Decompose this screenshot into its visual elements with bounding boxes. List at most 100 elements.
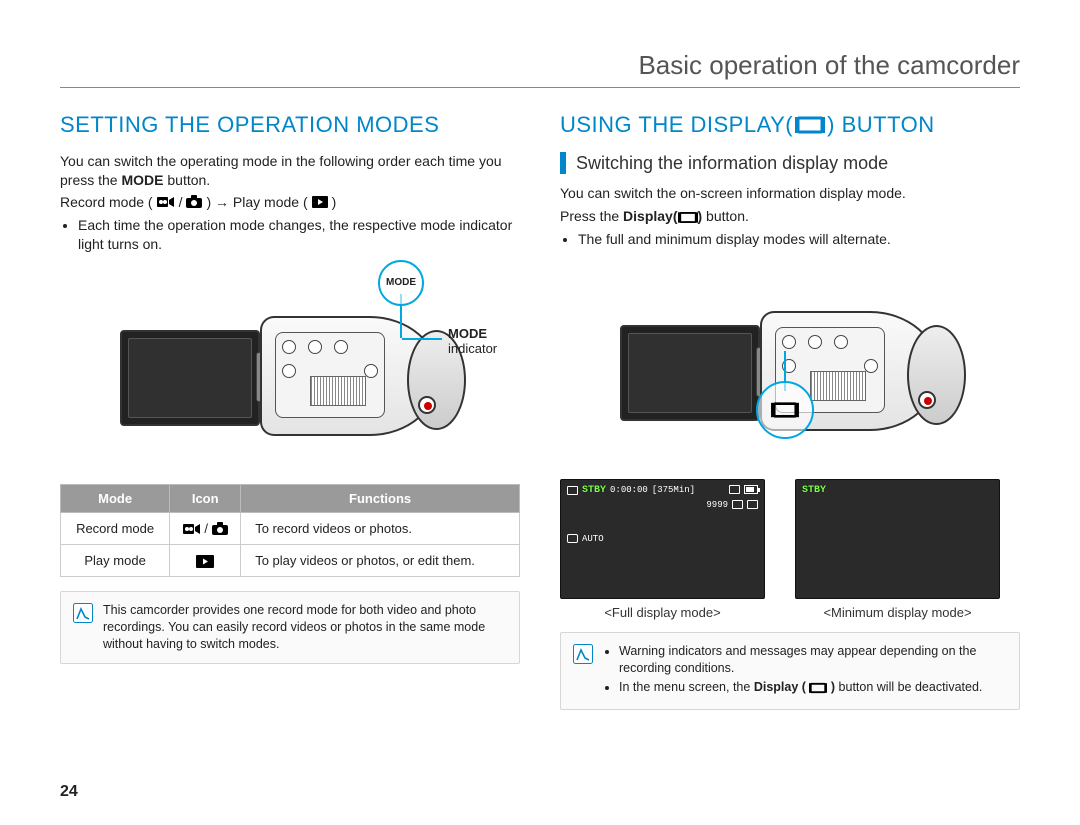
illus-rec-button — [918, 391, 936, 409]
cell-mode: Play mode — [61, 545, 170, 577]
play-rect-icon — [312, 196, 328, 208]
mode-button-label: MODE — [386, 277, 416, 288]
illus-lcd — [120, 330, 260, 426]
heading-text-pre: USING THE DISPLAY( — [560, 112, 793, 138]
mode-button-callout: MODE — [378, 260, 424, 306]
camera-icon — [186, 195, 202, 209]
th-icon: Icon — [170, 484, 241, 512]
left-column: SETTING THE OPERATION MODES You can swit… — [60, 112, 520, 710]
display-button-callout — [756, 381, 814, 439]
illus-small-button — [808, 335, 822, 349]
right-column: USING THE DISPLAY( ) BUTTON Switching th… — [560, 112, 1020, 710]
illus-speaker — [810, 371, 866, 401]
left-bullets: Each time the operation mode changes, th… — [60, 216, 520, 254]
note-box-right: Warning indicators and messages may appe… — [560, 632, 1020, 711]
chapter-title: Basic operation of the camcorder — [60, 50, 1020, 88]
illus-small-button — [364, 364, 378, 378]
remaining-time: [375Min] — [652, 485, 695, 495]
note-item-1: Warning indicators and messages may appe… — [619, 643, 1007, 677]
note2-pre: In the menu screen, the — [619, 680, 754, 694]
illus-small-button — [282, 364, 296, 378]
p2-pre: Press the — [560, 208, 623, 224]
section-heading-right: USING THE DISPLAY( ) BUTTON — [560, 112, 1020, 138]
section-heading-left: SETTING THE OPERATION MODES — [60, 112, 520, 138]
mode-line-arrow: ) → Play mode ( — [206, 194, 307, 210]
illus-small-button — [864, 359, 878, 373]
mode-line-end: ) — [332, 194, 337, 210]
card-icon — [729, 485, 740, 494]
icon-slash: / — [204, 521, 211, 536]
camcorder-icon — [183, 522, 201, 536]
table-row: Play mode To play videos or photos, or e… — [61, 545, 520, 577]
illus-rec-button — [418, 396, 436, 414]
th-mode: Mode — [61, 484, 170, 512]
intro-part2: button. — [163, 172, 210, 188]
illus-small-button — [282, 340, 296, 354]
full-display-preview: STBY 0:00:00 [375Min] 9999 — [560, 479, 765, 620]
note-box-left: This camcorder provides one record mode … — [60, 591, 520, 664]
stby-label: STBY — [582, 485, 606, 496]
camera-icon — [212, 522, 228, 536]
camcorder-icon — [157, 195, 175, 209]
illus-small-button — [834, 335, 848, 349]
manual-page: Basic operation of the camcorder SETTING… — [0, 0, 1080, 825]
cell-function: To play videos or photos, or edit them. — [241, 545, 520, 577]
p2-bold: Display( — [623, 208, 677, 224]
note2-bold: Display ( — [754, 680, 806, 694]
storage-icon — [567, 486, 578, 495]
note-item-2: In the menu screen, the Display ( ) butt… — [619, 679, 1007, 696]
battery-icon — [744, 485, 758, 494]
right-p1: You can switch the on-screen information… — [560, 184, 1020, 203]
camcorder-illustration-left: MODE MODE indicator — [60, 266, 520, 466]
mode-line-slash: / — [179, 194, 183, 210]
display-button-icon — [795, 115, 825, 135]
note-icon — [573, 644, 593, 664]
left-bullet-1: Each time the operation mode changes, th… — [78, 216, 520, 254]
mode-chip-icon — [567, 534, 578, 543]
two-column-layout: SETTING THE OPERATION MODES You can swit… — [60, 112, 1020, 710]
th-functions: Functions — [241, 484, 520, 512]
camcorder-illustration-right — [560, 261, 1020, 461]
stby-label: STBY — [802, 485, 826, 496]
cell-icon — [170, 545, 241, 577]
cell-icon: / — [170, 512, 241, 545]
mode-indicator-rest: indicator — [448, 341, 497, 356]
illus-speaker — [310, 376, 366, 406]
mode-indicator-label: MODE indicator — [448, 326, 497, 357]
display-previews: STBY 0:00:00 [375Min] 9999 — [560, 479, 1020, 620]
subheading-text: Switching the information display mode — [576, 153, 888, 174]
res-icon — [732, 500, 743, 509]
illus-small-button — [334, 340, 348, 354]
illus-lcd — [620, 325, 760, 421]
intro-text: You can switch the operating mode in the… — [60, 152, 520, 190]
note2-post: button will be deactivated. — [835, 680, 982, 694]
p2-post: button. — [702, 208, 749, 224]
note-text: This camcorder provides one record mode … — [103, 602, 507, 653]
illus-small-button — [782, 335, 796, 349]
heading-text-post: ) BUTTON — [827, 112, 934, 138]
display-button-icon — [771, 401, 799, 419]
rec-time: 0:00:00 — [610, 485, 648, 495]
cell-mode: Record mode — [61, 512, 170, 545]
right-bullets: The full and minimum display modes will … — [560, 230, 1020, 249]
full-display-screen: STBY 0:00:00 [375Min] 9999 — [560, 479, 765, 599]
mode-indicator-bold: MODE — [448, 326, 497, 342]
minimum-display-caption: <Minimum display mode> — [795, 605, 1000, 620]
subheading-bar: Switching the information display mode — [560, 152, 1020, 174]
note-list: Warning indicators and messages may appe… — [603, 643, 1007, 700]
quality-icon — [747, 500, 758, 509]
minimum-display-screen: STBY — [795, 479, 1000, 599]
modes-table: Mode Icon Functions Record mode / To rec — [60, 484, 520, 578]
full-display-caption: <Full display mode> — [560, 605, 765, 620]
photo-counter: 9999 — [706, 500, 728, 510]
accent-bar — [560, 152, 566, 174]
illus-small-button — [308, 340, 322, 354]
callout-line — [402, 338, 442, 340]
table-row: Record mode / To record videos or photos… — [61, 512, 520, 545]
display-button-icon — [678, 211, 698, 224]
mode-sequence-line: Record mode ( / ) → Play mode ( ) — [60, 194, 520, 210]
play-rect-icon — [196, 555, 214, 568]
cell-function: To record videos or photos. — [241, 512, 520, 545]
display-button-icon — [809, 682, 827, 694]
minimum-display-preview: STBY <Minimum display mode> — [795, 479, 1000, 620]
